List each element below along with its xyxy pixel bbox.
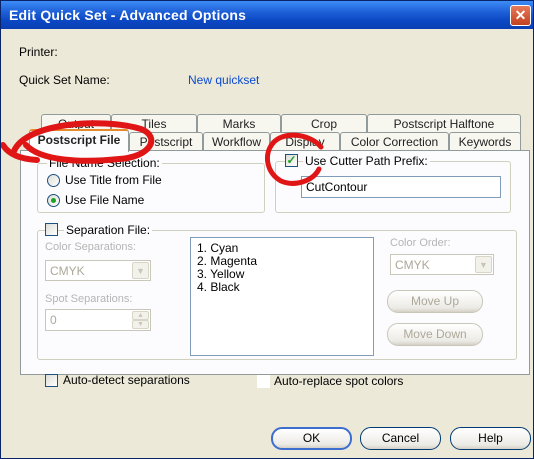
- separation-file-label: Separation File:: [64, 223, 153, 237]
- tab-postscript[interactable]: Postscript: [129, 132, 203, 152]
- spot-separations-value: 0: [50, 313, 57, 327]
- auto-detect-checkbox[interactable]: [45, 374, 58, 387]
- quickset-name-label: Quick Set Name:: [19, 73, 110, 87]
- tab-label: Color Correction: [350, 135, 439, 149]
- tab-label: Crop: [310, 117, 337, 131]
- tab-label: Postscript: [139, 135, 193, 149]
- spot-separations-stepper[interactable]: 0 ▲ ▼: [45, 309, 151, 331]
- tab-workflow[interactable]: Workflow: [203, 132, 270, 152]
- window-title: Edit Quick Set - Advanced Options: [9, 7, 247, 23]
- tab-marks[interactable]: Marks: [197, 114, 281, 134]
- color-order-label: Color Order:: [390, 237, 451, 249]
- dialog-window: Edit Quick Set - Advanced Options ✕ Prin…: [0, 0, 534, 459]
- cancel-button[interactable]: Cancel: [360, 427, 441, 450]
- spot-separations-label: Spot Separations:: [45, 293, 133, 305]
- tab-display[interactable]: Display: [270, 132, 340, 152]
- separation-file-checkbox[interactable]: [45, 223, 58, 236]
- cutter-path-checkbox[interactable]: ✓: [285, 154, 298, 167]
- stepper-down-icon[interactable]: ▼: [132, 320, 149, 329]
- use-title-from-file-label: Use Title from File: [65, 173, 162, 187]
- list-item[interactable]: 4. Black: [197, 281, 367, 294]
- auto-replace-checkbox[interactable]: [257, 375, 270, 388]
- close-icon[interactable]: ✕: [510, 5, 531, 26]
- tab-label: Display: [285, 135, 325, 149]
- chevron-down-icon[interactable]: ▼: [132, 262, 149, 279]
- use-file-name-label: Use File Name: [65, 193, 145, 207]
- radio-use-title-from-file[interactable]: [47, 174, 60, 187]
- move-up-button[interactable]: Move Up: [387, 290, 483, 313]
- tab-label: Tiles: [141, 117, 167, 131]
- tab-keywords[interactable]: Keywords: [449, 132, 521, 152]
- cutter-path-prefix-input[interactable]: CutContour: [301, 176, 501, 198]
- separation-ink-list[interactable]: 1. Cyan 2. Magenta 3. Yellow 4. Black: [190, 237, 374, 356]
- help-button[interactable]: Help: [450, 427, 531, 450]
- color-order-select[interactable]: CMYK ▼: [390, 254, 494, 275]
- chevron-down-icon[interactable]: ▼: [475, 256, 492, 273]
- tab-postscript-file[interactable]: Postscript File: [29, 129, 129, 152]
- quickset-name-value: New quickset: [188, 73, 260, 87]
- tab-label: Workflow: [211, 135, 262, 149]
- move-down-button[interactable]: Move Down: [387, 323, 483, 346]
- title-bar[interactable]: Edit Quick Set - Advanced Options ✕: [1, 1, 533, 29]
- auto-detect-label: Auto-detect separations: [63, 373, 190, 387]
- radio-use-file-name[interactable]: [47, 194, 60, 207]
- tab-label: Postscript File: [37, 133, 121, 147]
- tab-color-correction[interactable]: Color Correction: [340, 132, 449, 152]
- tab-crop[interactable]: Crop: [281, 114, 367, 134]
- ok-button[interactable]: OK: [271, 427, 352, 450]
- tab-label: Marks: [222, 117, 256, 131]
- color-separations-value: CMYK: [50, 264, 85, 278]
- tab-label: Keywords: [458, 135, 512, 149]
- tab-label: Postscript Halftone: [393, 117, 495, 131]
- color-order-value: CMYK: [395, 258, 430, 272]
- file-name-selection-legend: File Name Selection:: [47, 156, 162, 170]
- printer-label: Printer:: [19, 45, 58, 59]
- auto-replace-label: Auto-replace spot colors: [274, 374, 404, 388]
- tab-postscript-halftone[interactable]: Postscript Halftone: [367, 114, 521, 134]
- stepper-up-icon[interactable]: ▲: [132, 311, 149, 320]
- color-separations-label: Color Separations:: [45, 241, 137, 253]
- cutter-path-label: Use Cutter Path Prefix:: [303, 154, 430, 168]
- color-separations-select[interactable]: CMYK ▼: [45, 260, 151, 281]
